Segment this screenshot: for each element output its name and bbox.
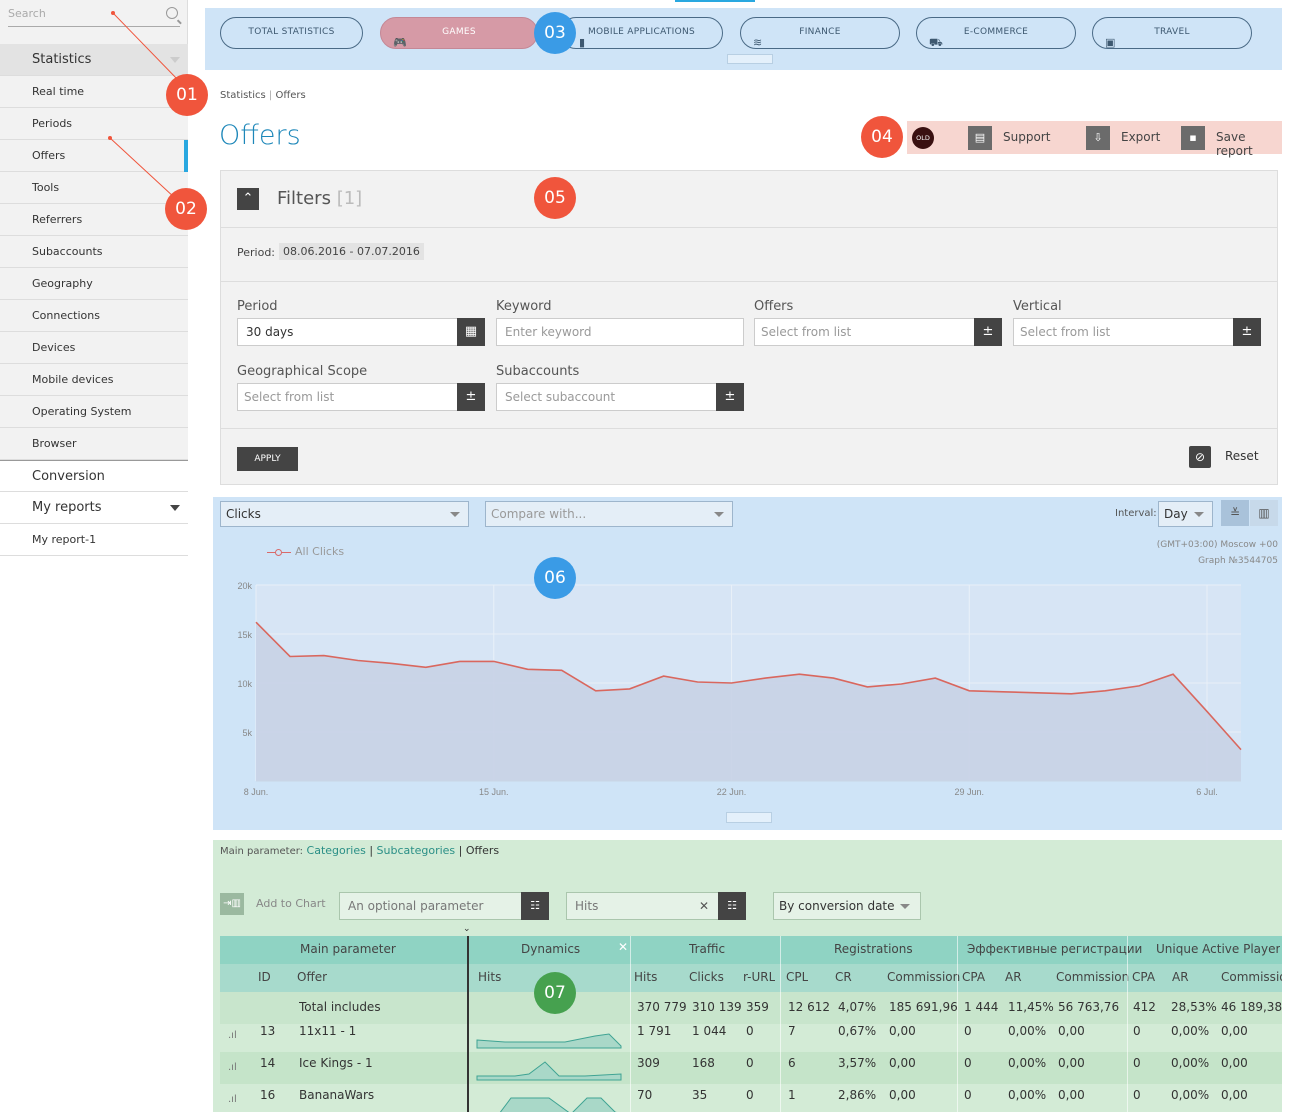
annotation-marker: 02 [165,188,207,230]
annotation-marker: 01 [166,74,208,116]
annotation-marker: 05 [534,177,576,219]
annotation-marker: 07 [534,972,576,1014]
annotation-lines [108,11,181,199]
annotation-marker: 06 [534,557,576,599]
annotation-marker: 03 [534,12,576,54]
annotation-marker: 04 [861,116,903,158]
